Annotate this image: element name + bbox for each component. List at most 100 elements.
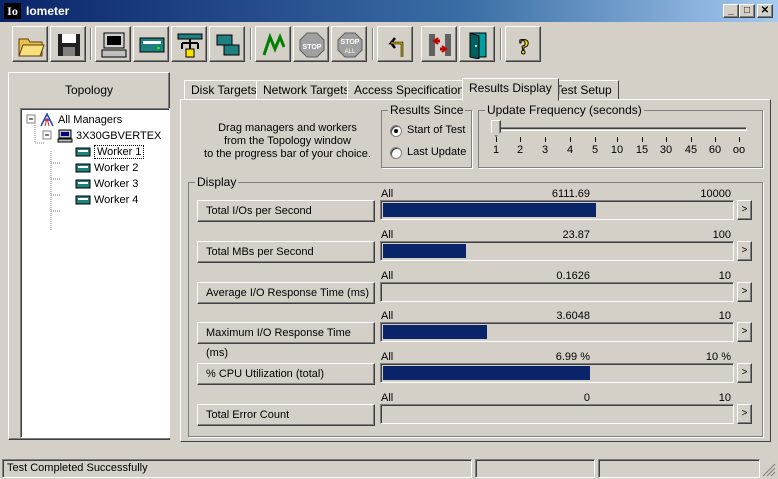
frequency-tick-mark: [715, 137, 716, 142]
topology-panel: Topology All Managers 3X30GBVERTEX Worke…: [8, 72, 170, 440]
tree-node-worker-4[interactable]: Worker 4: [75, 193, 138, 207]
title-bar[interactable]: Io Iometer _ □ ✕: [0, 0, 778, 22]
frequency-tick-label[interactable]: 2: [508, 144, 532, 156]
help-question-text: ?: [519, 34, 530, 59]
tree-node-manager[interactable]: 3X30GBVERTEX: [57, 129, 161, 143]
frequency-slider-thumb[interactable]: [491, 120, 501, 137]
metric-progress-bar[interactable]: [380, 241, 734, 261]
abort-all-button[interactable]: [459, 26, 495, 62]
stop-all-top-text: STOP: [341, 39, 360, 46]
frequency-tick-label[interactable]: 5: [583, 144, 607, 156]
green-flag-icon: [262, 32, 286, 56]
tree-node-worker-2[interactable]: Worker 2: [75, 161, 138, 175]
instruction-line: to the progress bar of your choice.: [204, 148, 371, 160]
frequency-tick-label[interactable]: 1: [484, 144, 508, 156]
metric-expand-arrow-button[interactable]: >: [737, 363, 752, 383]
close-button[interactable]: ✕: [757, 4, 773, 18]
topology-tree[interactable]: All Managers 3X30GBVERTEX Worker 1 Worke…: [20, 108, 170, 438]
metric-progress-bar[interactable]: [380, 322, 734, 342]
last-update-label[interactable]: Last Update: [407, 146, 466, 158]
minimize-button[interactable]: _: [723, 4, 739, 18]
frequency-tick-label[interactable]: 10: [605, 144, 629, 156]
metric-progress-fill: [383, 366, 590, 380]
instruction-line: Drag managers and workers: [218, 122, 357, 134]
status-message: Test Completed Successfully: [2, 459, 472, 478]
frequency-tick-label[interactable]: 15: [630, 144, 654, 156]
metric-max: 10: [718, 392, 731, 404]
metric-button[interactable]: Total MBs per Second: [197, 241, 375, 263]
metric-progress-bar[interactable]: [380, 200, 734, 220]
new-network-worker-button[interactable]: [133, 26, 169, 62]
status-bar: Test Completed Successfully: [0, 457, 778, 479]
reset-workers-button[interactable]: [377, 26, 413, 62]
results-since-title: Results Since: [388, 103, 466, 117]
stop-all-button[interactable]: STOP ALL: [331, 26, 367, 62]
metric-progress-bar[interactable]: [380, 363, 734, 383]
metric-button[interactable]: Total I/Os per Second: [197, 200, 375, 222]
metric-progress-bar[interactable]: [380, 282, 734, 302]
tab-results-display[interactable]: Results Display: [462, 78, 559, 101]
frequency-tick-mark: [642, 137, 643, 142]
metric-progress-bar[interactable]: [380, 404, 734, 424]
metric-progress-fill: [383, 203, 596, 217]
frequency-tick-mark: [520, 137, 521, 142]
metric-value: 0.1626: [556, 270, 590, 282]
duplicate-worker-button[interactable]: [209, 26, 245, 62]
metric-max: 100: [712, 229, 731, 241]
metric-button[interactable]: Average I/O Response Time (ms): [197, 282, 375, 304]
radio-last-update[interactable]: [390, 147, 402, 159]
stop-text: STOP: [303, 44, 322, 51]
tab-disk-targets[interactable]: Disk Targets: [184, 80, 264, 100]
app-icon[interactable]: Io: [4, 3, 21, 19]
metric-button[interactable]: % CPU Utilization (total): [197, 363, 375, 385]
computer-monitor-icon: [101, 32, 127, 58]
new-disk-worker-button[interactable]: [95, 26, 131, 62]
network-worker-icon: [177, 33, 203, 58]
all-managers-label: All Managers: [58, 114, 123, 126]
stop-sign-icon: STOP: [299, 32, 325, 58]
help-button[interactable]: ?: [505, 26, 541, 62]
resize-grip-icon[interactable]: [762, 463, 776, 477]
metric-max: 10000: [700, 188, 731, 200]
stop-current-button[interactable]: STOP: [293, 26, 329, 62]
open-config-button[interactable]: [12, 26, 48, 62]
worker-label: Worker 1: [94, 145, 145, 159]
manager-label: 3X30GBVERTEX: [76, 130, 162, 142]
tree-node-all-managers[interactable]: All Managers: [39, 113, 122, 127]
metric-expand-arrow-button[interactable]: >: [737, 404, 752, 424]
frequency-tick-label[interactable]: 3: [533, 144, 557, 156]
save-config-button[interactable]: [50, 26, 86, 62]
worker-disk-icon: [75, 163, 91, 173]
frequency-tick-label[interactable]: oo: [727, 144, 751, 156]
tab-network-targets[interactable]: Network Targets: [256, 80, 357, 100]
frequency-tick-label[interactable]: 60: [703, 144, 727, 156]
metric-button[interactable]: Total Error Count: [197, 404, 375, 426]
radio-start-of-test[interactable]: [390, 125, 402, 137]
metric-max: 10 %: [705, 351, 731, 363]
disconnect-icon: [429, 34, 451, 56]
status-cell-3: [598, 459, 760, 478]
start-new-manager-button[interactable]: [171, 26, 207, 62]
frequency-tick-mark: [496, 137, 497, 142]
metric-button[interactable]: Maximum I/O Response Time (ms): [197, 322, 375, 359]
worker-disk-icon: [75, 179, 91, 189]
metric-expand-arrow-button[interactable]: >: [737, 200, 752, 220]
floppy-disk-icon: [58, 34, 80, 56]
frequency-tick-label[interactable]: 30: [654, 144, 678, 156]
start-tests-button[interactable]: [255, 26, 291, 62]
metric-expand-arrow-button[interactable]: >: [737, 322, 752, 342]
frequency-tick-label[interactable]: 45: [679, 144, 703, 156]
frequency-tick-label[interactable]: 4: [558, 144, 582, 156]
tree-node-worker-1[interactable]: Worker 1: [75, 145, 145, 159]
metric-expand-arrow-button[interactable]: >: [737, 241, 752, 261]
exit-managers-button[interactable]: [421, 26, 457, 62]
maximize-button[interactable]: □: [739, 4, 755, 18]
tab-access-specifications[interactable]: Access Specifications: [347, 80, 478, 100]
tree-node-worker-3[interactable]: Worker 3: [75, 177, 138, 191]
update-frequency-group: Update Frequency (seconds) 1 2 3 4 5 10 15 30 45…: [478, 103, 763, 168]
start-of-test-label[interactable]: Start of Test: [407, 124, 466, 136]
frequency-tick-mark: [617, 137, 618, 142]
metric-expand-arrow-button[interactable]: >: [737, 282, 752, 302]
frequency-slider-track[interactable]: [491, 127, 747, 131]
all-managers-icon: [40, 113, 54, 127]
